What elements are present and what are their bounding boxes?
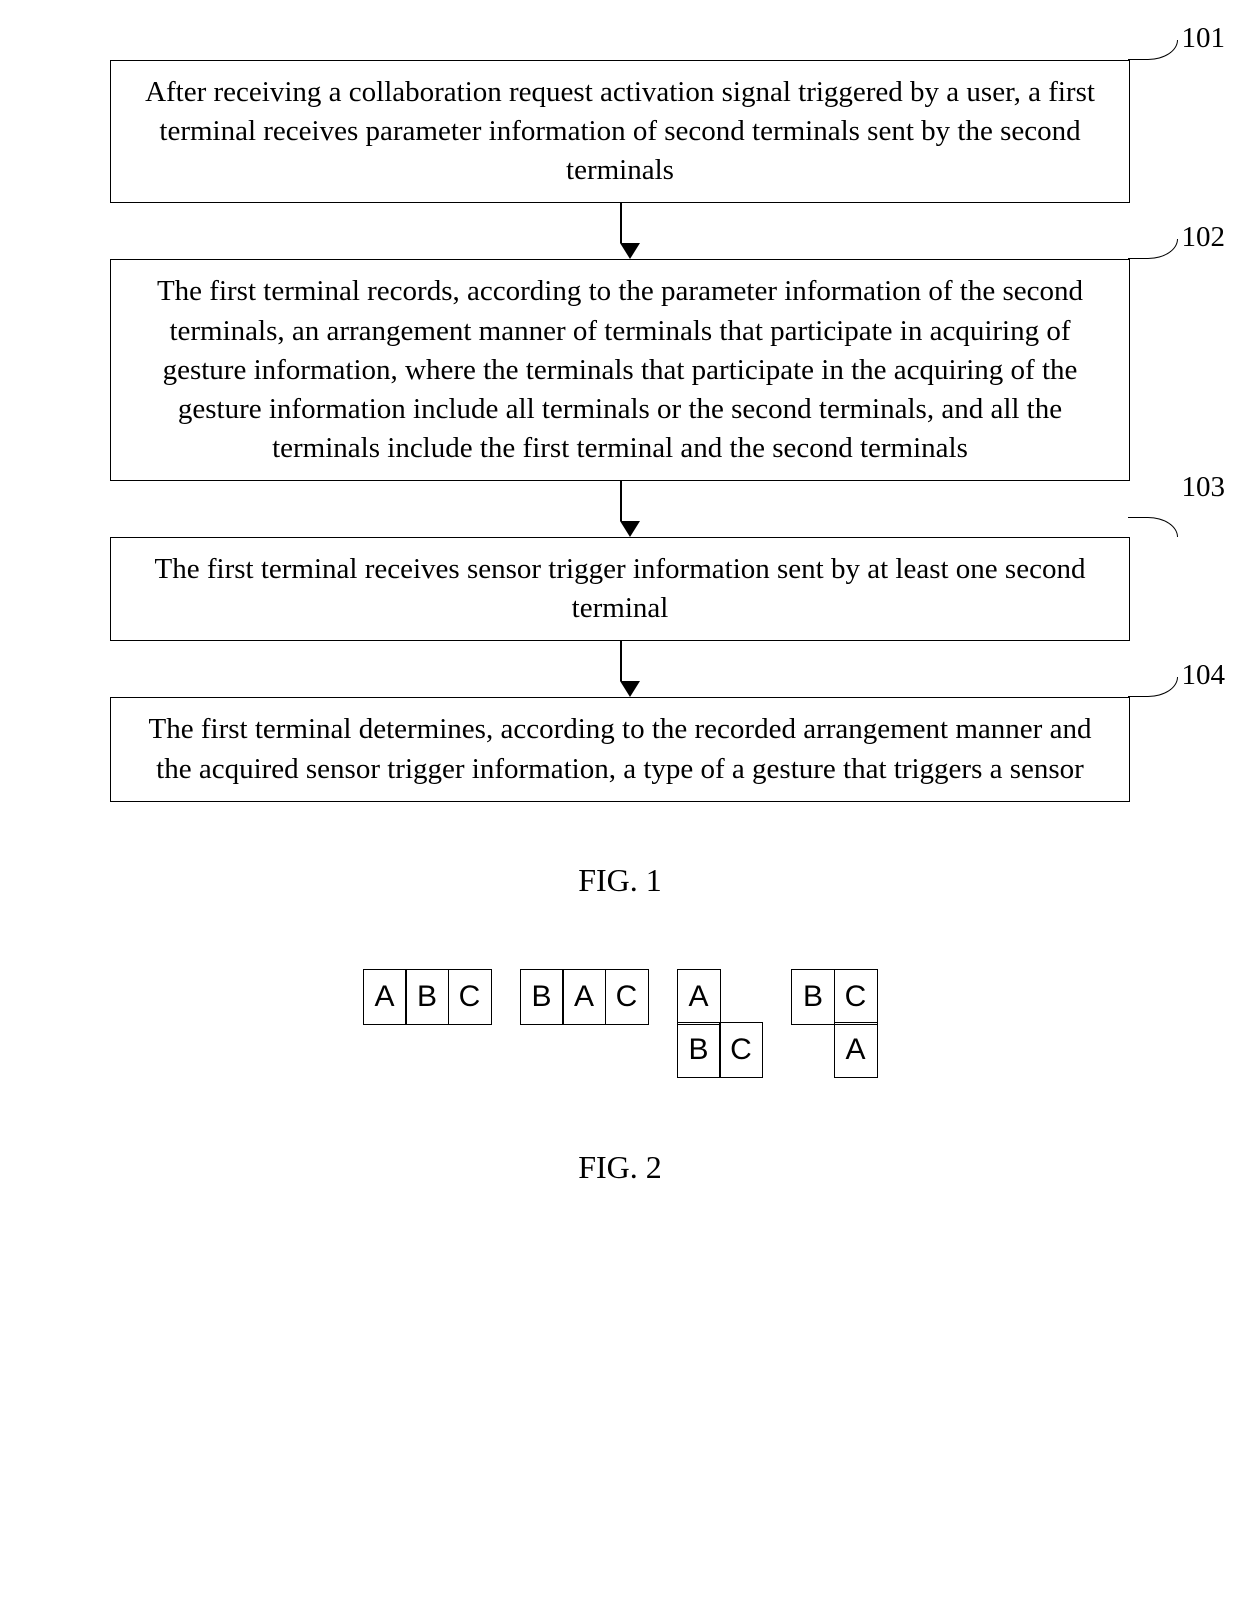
flow-step-text: The first terminal receives sensor trigg… <box>155 553 1086 624</box>
terminal-cell: C <box>834 969 878 1025</box>
flowchart-fig1: 101 After receiving a collaboration requ… <box>110 60 1130 802</box>
fig2-caption: FIG. 2 <box>50 1149 1190 1186</box>
terminal-cell: C <box>719 1022 763 1078</box>
empty-cell <box>791 1023 835 1079</box>
step-label-104: 104 <box>1182 659 1226 692</box>
step-label-101: 101 <box>1182 22 1226 55</box>
fig1-caption: FIG. 1 <box>50 862 1190 899</box>
flow-step-text: After receiving a collaboration request … <box>145 76 1095 186</box>
terminal-cell: B <box>520 969 564 1025</box>
arrangement-2: B A C <box>520 969 649 1025</box>
terminal-cell: B <box>677 1022 721 1078</box>
terminal-cell: B <box>791 969 835 1025</box>
terminal-cell: A <box>834 1022 878 1078</box>
page-container: 101 After receiving a collaboration requ… <box>0 0 1240 1266</box>
arrangement-3: A B C <box>677 969 764 1078</box>
flow-step-104: The first terminal determines, according… <box>110 697 1130 801</box>
terminal-cell: A <box>677 969 721 1025</box>
terminal-cell: B <box>405 969 449 1025</box>
terminal-cell: A <box>363 969 407 1025</box>
flow-step-101: After receiving a collaboration request … <box>110 60 1130 203</box>
flow-step-103: The first terminal receives sensor trigg… <box>110 537 1130 641</box>
step-label-103: 103 <box>1182 471 1226 504</box>
terminal-cell: C <box>448 969 492 1025</box>
terminal-cell: C <box>605 969 649 1025</box>
step-label-102: 102 <box>1182 221 1226 254</box>
flow-step-text: The first terminal records, according to… <box>157 275 1083 464</box>
arrangement-4: B C A <box>791 969 878 1080</box>
fig2-arrangements: A B C B A C A B C B <box>50 969 1190 1080</box>
flow-step-102: The first terminal records, according to… <box>110 259 1130 481</box>
terminal-cell: A <box>562 969 606 1025</box>
arrangement-1: A B C <box>363 969 492 1025</box>
flow-step-text: The first terminal determines, according… <box>149 713 1092 784</box>
